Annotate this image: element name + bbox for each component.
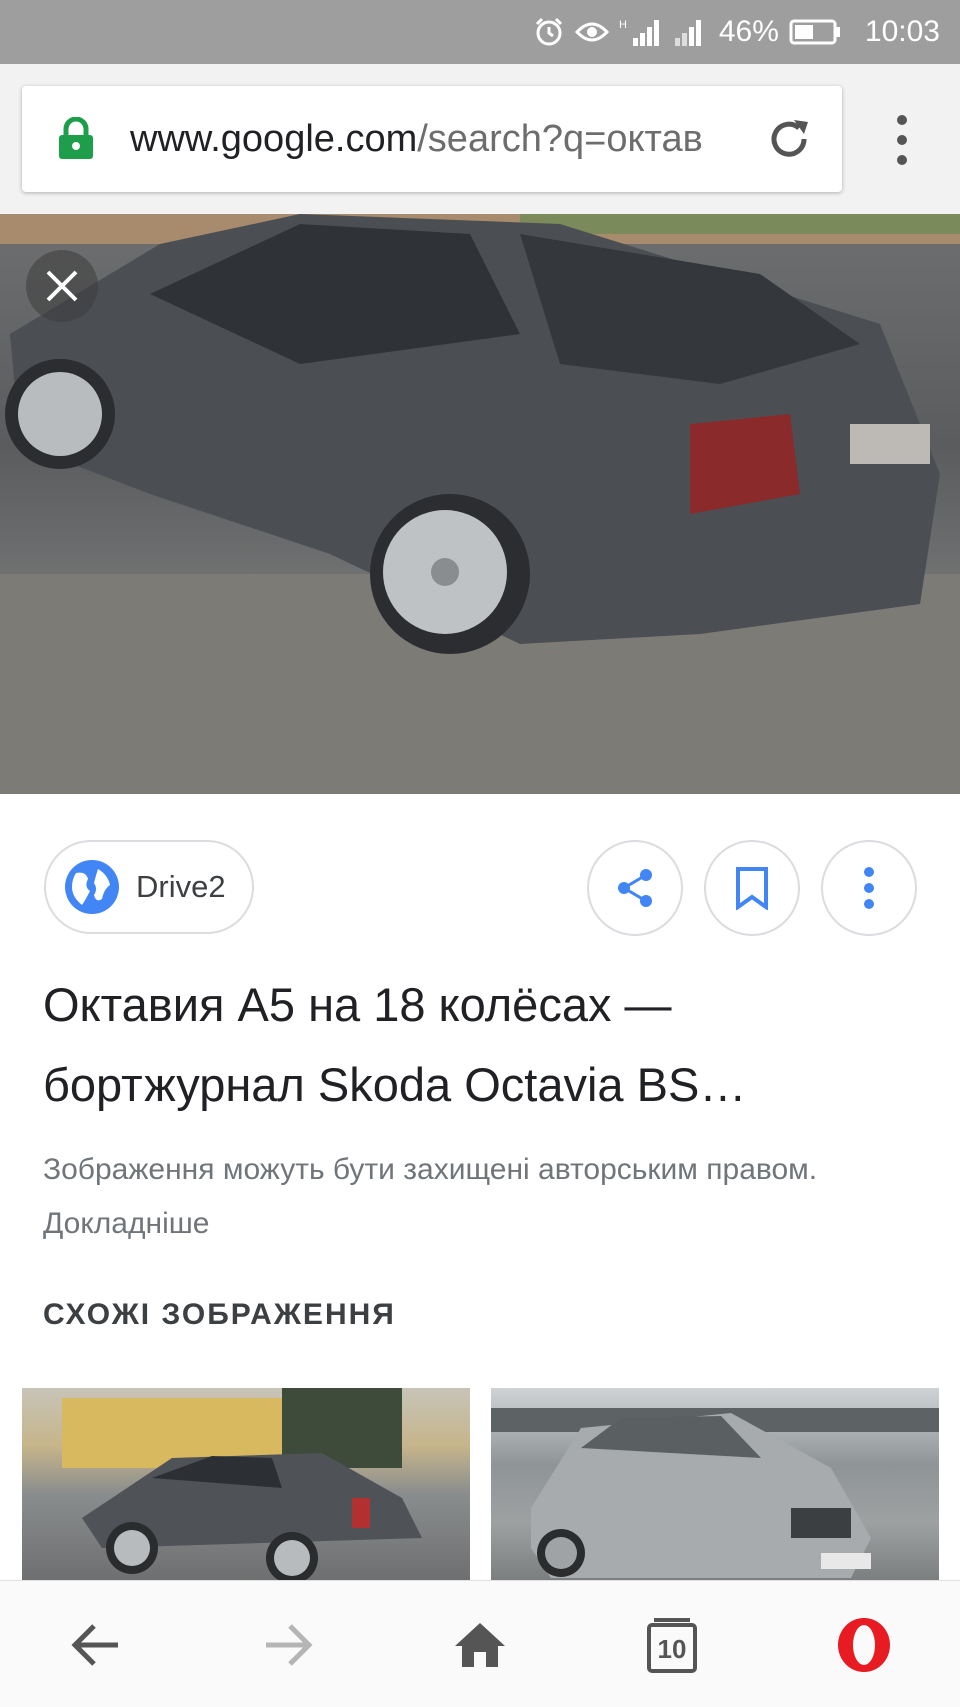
forward-arrow-icon	[266, 1624, 313, 1666]
browser-toolbar: www.google.com/search?q=октав	[0, 64, 960, 214]
battery-icon	[789, 18, 843, 46]
lock-icon	[59, 117, 93, 159]
svg-text:H: H	[619, 19, 627, 31]
opera-logo-icon	[838, 1618, 890, 1672]
tabs-button[interactable]: 10	[636, 1609, 708, 1681]
back-arrow-icon	[71, 1624, 118, 1666]
related-image-thumb[interactable]	[22, 1388, 470, 1580]
car-photo	[0, 214, 960, 794]
related-photo-2	[491, 1408, 939, 1578]
related-image-thumb[interactable]	[491, 1388, 939, 1580]
status-bar: H 46% 10:03	[0, 0, 960, 64]
opera-menu-button[interactable]	[828, 1609, 900, 1681]
home-button[interactable]	[444, 1609, 516, 1681]
more-options-button[interactable]	[821, 840, 917, 936]
home-icon	[455, 1623, 505, 1667]
url-host: www.google.com	[130, 117, 418, 160]
alarm-icon	[533, 16, 565, 48]
bookmark-icon	[736, 867, 768, 910]
signal-icon	[673, 16, 703, 48]
url-path: /search?q=октав	[417, 117, 703, 160]
reload-icon[interactable]	[764, 114, 814, 164]
forward-button[interactable]	[252, 1609, 324, 1681]
share-icon	[618, 869, 652, 907]
close-button[interactable]	[26, 250, 98, 322]
tab-count: 10	[658, 1634, 687, 1664]
tabs-icon: 10	[647, 1618, 697, 1673]
main-image[interactable]	[0, 214, 960, 794]
eye-icon	[574, 19, 609, 45]
share-button[interactable]	[587, 840, 683, 936]
bookmark-button[interactable]	[704, 840, 800, 936]
back-button[interactable]	[60, 1609, 132, 1681]
globe-icon	[65, 860, 119, 914]
overflow-menu-icon[interactable]	[882, 112, 922, 168]
bottom-navigation-bar: 10	[0, 1580, 960, 1707]
battery-percent: 46%	[718, 15, 779, 48]
clock: 10:03	[864, 15, 940, 48]
related-images-heading: СХОЖІ ЗОБРАЖЕННЯ	[43, 1298, 396, 1331]
source-chip[interactable]: Drive2	[44, 840, 254, 934]
image-title[interactable]: Октавия А5 на 18 колёсах — бортжурнал Sk…	[43, 965, 923, 1125]
signal-h-icon: H	[619, 16, 663, 48]
more-vert-icon	[864, 867, 874, 909]
close-icon	[46, 270, 78, 302]
source-label: Drive2	[136, 869, 226, 904]
related-photo-1	[62, 1388, 422, 1580]
copyright-note: Зображення можуть бути захищені авторськ…	[43, 1153, 818, 1240]
url-text: www.google.com/search?q=октав	[130, 118, 730, 161]
address-bar[interactable]: www.google.com/search?q=октав	[22, 86, 842, 192]
